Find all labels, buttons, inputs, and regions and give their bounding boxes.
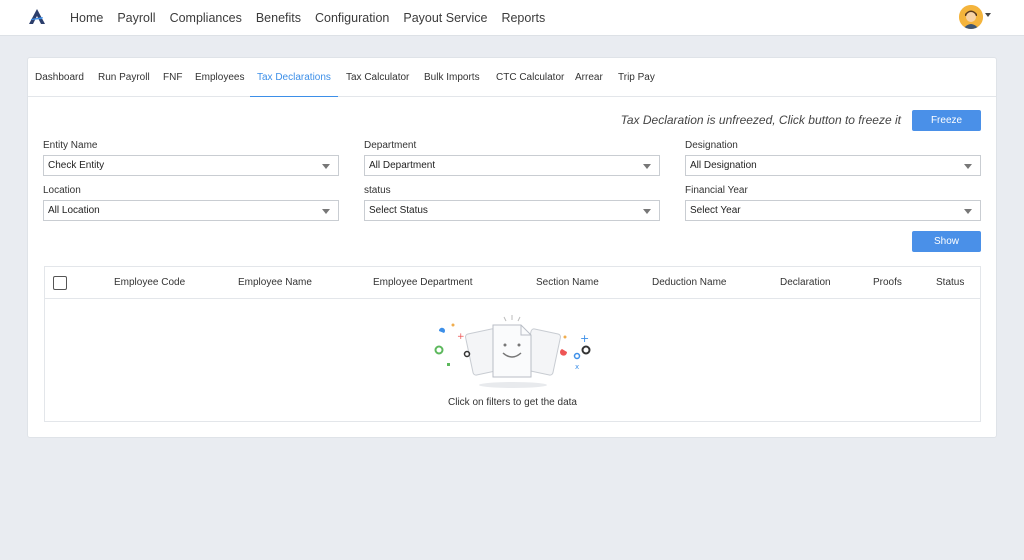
nav-reports[interactable]: Reports [501, 11, 545, 25]
tab-bulk-imports[interactable]: Bulk Imports [424, 58, 480, 97]
location-select[interactable]: All Location [43, 200, 339, 221]
nav-payroll[interactable]: Payroll [117, 11, 155, 25]
chevron-down-icon [322, 164, 330, 169]
top-bar: Home Payroll Compliances Benefits Config… [0, 0, 1024, 36]
nav-configuration[interactable]: Configuration [315, 11, 389, 25]
col-employee-department: Employee Department [373, 277, 473, 288]
select-all-checkbox[interactable] [53, 276, 67, 290]
freeze-status-message: Tax Declaration is unfreezed, Click butt… [620, 113, 901, 127]
tab-dashboard[interactable]: Dashboard [35, 58, 84, 97]
department-label: Department [364, 140, 417, 151]
show-button[interactable]: Show [912, 231, 981, 252]
col-status: Status [936, 277, 965, 288]
declarations-table: Employee Code Employee Name Employee Dep… [44, 266, 981, 422]
chevron-down-icon [643, 209, 651, 214]
svg-text:x: x [575, 363, 579, 371]
designation-value: All Designation [690, 160, 757, 171]
department-value: All Department [369, 160, 436, 171]
empty-state-illustration: + + x [434, 315, 591, 388]
status-value: Select Status [369, 205, 428, 216]
nav-benefits[interactable]: Benefits [256, 11, 301, 25]
chevron-down-icon [964, 164, 972, 169]
col-deduction-name: Deduction Name [652, 277, 727, 288]
tab-run-payroll[interactable]: Run Payroll [98, 58, 150, 97]
tab-fnf[interactable]: FNF [163, 58, 182, 97]
financial-year-label: Financial Year [685, 185, 748, 196]
svg-text:+: + [580, 332, 589, 345]
department-select[interactable]: All Department [364, 155, 660, 176]
entity-name-select[interactable]: Check Entity [43, 155, 339, 176]
chevron-down-icon [643, 164, 651, 169]
financial-year-value: Select Year [690, 205, 741, 216]
tab-tax-declarations[interactable]: Tax Declarations [250, 58, 338, 97]
main-nav: Home Payroll Compliances Benefits Config… [70, 0, 559, 36]
status-label: status [364, 185, 391, 196]
sub-tabs: Dashboard Run Payroll FNF Employees Tax … [28, 58, 996, 97]
freeze-button[interactable]: Freeze [912, 110, 981, 131]
chevron-down-icon [322, 209, 330, 214]
tab-arrear[interactable]: Arrear [575, 58, 603, 97]
user-avatar[interactable] [959, 5, 983, 29]
nav-payout-service[interactable]: Payout Service [403, 11, 487, 25]
entity-name-label: Entity Name [43, 140, 98, 151]
col-employee-code: Employee Code [114, 277, 186, 288]
company-logo[interactable] [28, 8, 46, 26]
tab-ctc-calculator[interactable]: CTC Calculator [496, 58, 564, 97]
entity-name-value: Check Entity [48, 160, 105, 171]
chevron-down-icon [964, 209, 972, 214]
location-label: Location [43, 185, 81, 196]
col-section-name: Section Name [536, 277, 599, 288]
designation-select[interactable]: All Designation [685, 155, 981, 176]
col-declaration: Declaration [780, 277, 831, 288]
user-menu-caret-icon[interactable] [985, 13, 991, 17]
designation-label: Designation [685, 140, 738, 151]
col-proofs: Proofs [873, 277, 902, 288]
main-card: Dashboard Run Payroll FNF Employees Tax … [27, 57, 997, 438]
tab-trip-pay[interactable]: Trip Pay [618, 58, 655, 97]
tab-employees[interactable]: Employees [195, 58, 244, 97]
status-select[interactable]: Select Status [364, 200, 660, 221]
financial-year-select[interactable]: Select Year [685, 200, 981, 221]
avatar-icon [959, 5, 983, 29]
nav-compliances[interactable]: Compliances [170, 11, 242, 25]
table-header: Employee Code Employee Name Employee Dep… [45, 267, 980, 299]
svg-text:+: + [457, 332, 465, 342]
col-employee-name: Employee Name [238, 277, 312, 288]
empty-state-message: Click on filters to get the data [448, 397, 577, 408]
nav-home[interactable]: Home [70, 11, 103, 25]
tab-tax-calculator[interactable]: Tax Calculator [346, 58, 409, 97]
location-value: All Location [48, 205, 100, 216]
